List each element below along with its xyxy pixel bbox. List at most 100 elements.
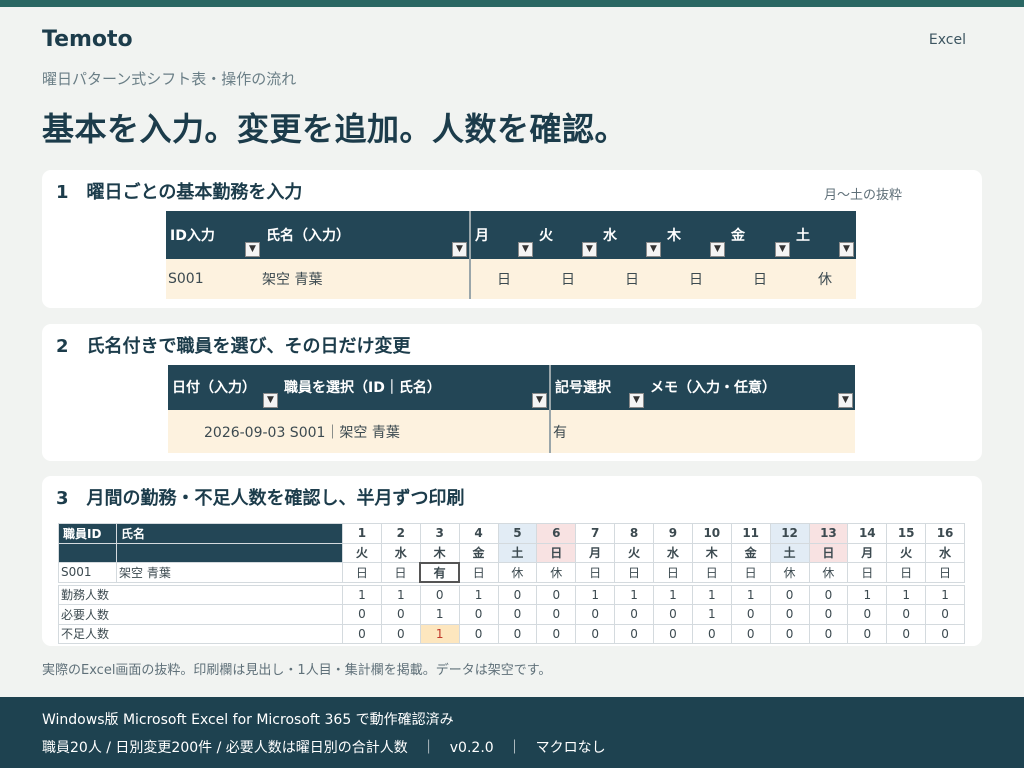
filter-dropdown-icon[interactable]: ▼	[452, 242, 467, 257]
page-headline: 基本を入力。変更を追加。人数を確認。	[42, 110, 628, 148]
date-header: 12	[769, 523, 810, 544]
cell-id[interactable]: S001	[166, 259, 262, 299]
cell-wed[interactable]: 日	[599, 259, 663, 299]
filter-dropdown-icon[interactable]: ▼	[646, 242, 661, 257]
col-header-staff-id: 職員ID	[58, 523, 117, 544]
col-header-memo[interactable]: メモ（入力・任意） ▼	[646, 365, 855, 410]
summary-cell: 1	[614, 584, 654, 605]
col-header-mon[interactable]: 月 ▼	[470, 211, 535, 259]
header-label: 月	[475, 228, 489, 244]
footer-compat-text: Windows版 Microsoft Excel for Microsoft 3…	[42, 712, 454, 728]
date-header: 9	[653, 523, 693, 544]
cell-staff-name: 架空 青葉	[116, 562, 343, 583]
shift-cell[interactable]: 日	[614, 562, 654, 583]
summary-cell: 0	[380, 604, 421, 625]
header-label: 氏名（入力）	[266, 228, 350, 244]
cell-thu[interactable]: 日	[663, 259, 727, 299]
date-header: 3	[419, 523, 460, 544]
summary-cell: 1	[730, 584, 771, 605]
summary-row-required: 必要人数 0010000001000000	[58, 604, 965, 625]
col-header-symbol[interactable]: 記号選択 ▼	[550, 365, 646, 410]
summary-cell: 1	[380, 584, 421, 605]
summary-row-shortage: 不足人数 0010000000000000	[58, 623, 965, 644]
summary-cell: 0	[808, 623, 849, 644]
weekday-header: 金	[730, 542, 771, 563]
shift-cell[interactable]: 日	[730, 562, 771, 583]
col-header-sat[interactable]: 土 ▼	[792, 211, 856, 259]
col-header-wed[interactable]: 水 ▼	[599, 211, 663, 259]
weekday-header: 日	[536, 542, 577, 563]
summary-cell: 1	[886, 584, 927, 605]
header-label: ID入力	[170, 228, 215, 244]
summary-cell: 0	[458, 604, 499, 625]
col-header-id[interactable]: ID入力 ▼	[166, 211, 262, 259]
filter-dropdown-icon[interactable]: ▼	[263, 393, 278, 408]
summary-cell: 1	[575, 584, 616, 605]
filter-dropdown-icon[interactable]: ▼	[775, 242, 790, 257]
weekday-header: 日	[808, 542, 849, 563]
cell-name[interactable]: 架空 青葉	[262, 259, 471, 299]
cell-staff-id: S001	[58, 562, 117, 583]
app-label: Excel	[928, 32, 966, 48]
filter-dropdown-icon[interactable]: ▼	[582, 242, 597, 257]
step1-card: 1 曜日ごとの基本勤務を入力 月〜土の抜粋 ID入力 ▼ 氏名（入力） ▼ 月 ▼ 火…	[42, 170, 982, 308]
shift-cell[interactable]: 日	[575, 562, 616, 583]
col-header-tue[interactable]: 火 ▼	[535, 211, 599, 259]
cell-fri[interactable]: 日	[727, 259, 792, 299]
col-header-fri[interactable]: 金 ▼	[727, 211, 792, 259]
date-header: 13	[808, 523, 849, 544]
header-label: 金	[731, 228, 745, 244]
weekday-header: 火	[886, 542, 927, 563]
col-header-date[interactable]: 日付（入力） ▼	[168, 365, 280, 410]
header-label: 職員を選択（ID｜氏名）	[284, 380, 441, 396]
cell-memo[interactable]	[646, 410, 855, 453]
summary-cell: 1	[847, 584, 888, 605]
step3-title: 3 月間の勤務・不足人数を確認し、半月ずつ印刷	[56, 488, 465, 509]
step2-card: 2 氏名付きで職員を選び、その日だけ変更 日付（入力） ▼ 職員を選択（ID｜氏名…	[42, 324, 982, 461]
shift-cell[interactable]: 休	[497, 562, 538, 583]
header-label: 土	[796, 228, 810, 244]
shift-cell[interactable]: 日	[847, 562, 888, 583]
cell-mon[interactable]: 日	[470, 259, 535, 299]
shift-cell[interactable]: 日	[691, 562, 732, 583]
cell-tue[interactable]: 日	[535, 259, 599, 299]
weekday-header: 水	[653, 542, 693, 563]
summary-cell: 1	[458, 584, 499, 605]
step2-title: 2 氏名付きで職員を選び、その日だけ変更	[56, 336, 411, 357]
col-header-name[interactable]: 氏名（入力） ▼	[262, 211, 471, 259]
cell-sat[interactable]: 休	[792, 259, 856, 299]
shift-cell[interactable]: 日	[342, 562, 382, 583]
filter-dropdown-icon[interactable]: ▼	[629, 393, 644, 408]
filter-dropdown-icon[interactable]: ▼	[245, 242, 260, 257]
filter-dropdown-icon[interactable]: ▼	[838, 393, 853, 408]
summary-cell: 0	[886, 604, 927, 625]
filter-dropdown-icon[interactable]: ▼	[518, 242, 533, 257]
shift-cell[interactable]: 休	[536, 562, 577, 583]
cell-date-staff[interactable]: 2026-09-03 S001｜架空 青葉	[168, 410, 551, 453]
col-header-staff[interactable]: 職員を選択（ID｜氏名） ▼	[280, 365, 551, 410]
filter-dropdown-icon[interactable]: ▼	[839, 242, 854, 257]
shift-cell[interactable]: 休	[769, 562, 810, 583]
shift-cell[interactable]: 休	[808, 562, 849, 583]
col-header-thu[interactable]: 木 ▼	[663, 211, 727, 259]
header-filler	[58, 542, 117, 563]
filter-dropdown-icon[interactable]: ▼	[710, 242, 725, 257]
footnote: 実際のExcel画面の抜粋。印刷欄は見出し・1人目・集計欄を掲載。データは架空で…	[42, 663, 552, 678]
shift-cell[interactable]: 有	[419, 561, 461, 583]
shift-cell[interactable]: 日	[458, 562, 499, 583]
shift-cell[interactable]: 日	[925, 562, 965, 583]
cell-symbol[interactable]: 有	[550, 410, 646, 453]
summary-cell: 0	[691, 623, 732, 644]
shift-cell[interactable]: 日	[380, 562, 421, 583]
shift-cell[interactable]: 日	[653, 562, 693, 583]
date-header: 7	[575, 523, 616, 544]
header-label: 木	[667, 228, 681, 244]
header-label: 水	[603, 228, 617, 244]
filter-dropdown-icon[interactable]: ▼	[532, 393, 547, 408]
date-header: 8	[614, 523, 654, 544]
summary-cell: 0	[769, 604, 810, 625]
date-header: 6	[536, 523, 577, 544]
shift-cell[interactable]: 日	[886, 562, 927, 583]
summary-cell: 0	[730, 604, 771, 625]
footer-spec-text: 職員20人 / 日別変更200件 / 必要人数は曜日別の合計人数 ｜ v0.2.…	[42, 740, 606, 756]
